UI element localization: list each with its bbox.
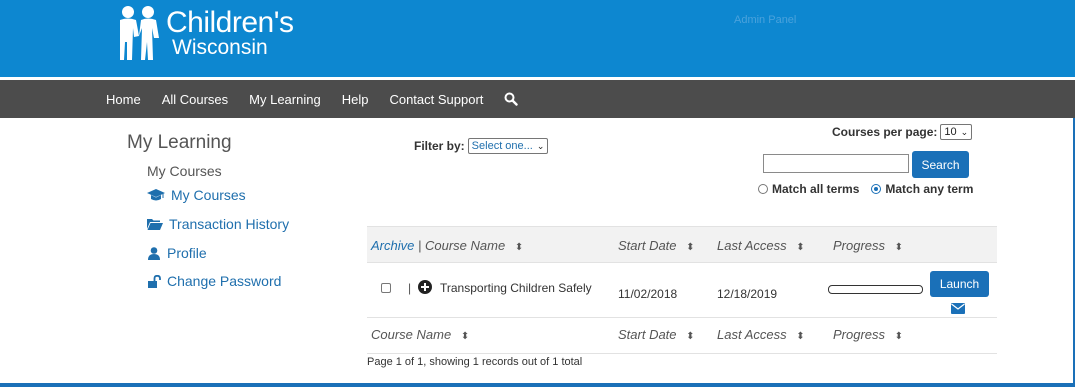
filter-group: Filter by: Select one... ⌄ — [414, 138, 549, 154]
archive-link[interactable]: Archive — [371, 238, 414, 253]
sort-icon: ⬍ — [460, 331, 470, 342]
header-progress-label: Progress — [833, 238, 886, 253]
folder-open-icon — [147, 219, 163, 230]
search-input[interactable] — [763, 154, 909, 173]
table-row: | Transporting Children Safely 11/02/201… — [367, 263, 997, 318]
search-button[interactable]: Search — [912, 151, 969, 178]
sidebar-item-label: Transaction History — [169, 216, 290, 232]
nav-home[interactable]: Home — [106, 92, 141, 107]
sidebar-item-my-courses[interactable]: My Courses — [147, 187, 246, 203]
sort-icon: ⬍ — [796, 331, 805, 342]
sort-icon: ⬍ — [894, 331, 904, 342]
sidebar-item-profile[interactable]: Profile — [147, 245, 207, 261]
filter-select[interactable]: Select one... ⌄ — [467, 138, 549, 154]
sort-icon: ⬍ — [686, 242, 695, 253]
sidebar-item-label: Change Password — [167, 273, 282, 289]
sidebar-item-label: Profile — [167, 245, 207, 261]
footer-last-access-label: Last Access — [717, 327, 787, 342]
footer-progress[interactable]: Progress ⬍ — [833, 327, 903, 342]
logo-wordmark: Children's Wisconsin — [166, 4, 294, 59]
logo-line-1: Children's — [166, 6, 294, 39]
chevron-down-icon: ⌄ — [960, 126, 969, 137]
children-figures-icon — [120, 6, 159, 60]
main-nav: Home All Courses My Learning Help Contac… — [0, 80, 1075, 118]
per-page-select[interactable]: 10 ⌄ — [940, 124, 973, 140]
row-separator: | — [408, 281, 412, 295]
envelope-icon[interactable] — [951, 303, 965, 314]
footer-course-name[interactable]: Course Name ⬍ — [371, 327, 469, 342]
match-any-label: Match any term — [885, 182, 974, 196]
header-course-name-cell: Archive | Course Name ⬍ — [371, 238, 523, 253]
match-options: Match all terms Match any term — [758, 182, 973, 196]
user-icon — [148, 246, 160, 260]
pagination-info: Page 1 of 1, showing 1 records out of 1 … — [367, 356, 583, 368]
unlock-icon — [148, 274, 161, 288]
admin-panel-link[interactable]: Admin Panel — [734, 14, 796, 26]
logo-line-2: Wisconsin — [172, 36, 268, 59]
site-header: Children's Wisconsin Admin Panel — [0, 0, 1075, 77]
search-icon[interactable] — [504, 92, 519, 106]
match-any-radio[interactable] — [871, 184, 882, 194]
courses-table: Archive | Course Name ⬍ Start Date ⬍ Las… — [367, 226, 997, 354]
brand-logo[interactable]: Children's Wisconsin — [114, 4, 294, 62]
header-course-name[interactable]: Course Name — [425, 238, 505, 253]
header-start-date[interactable]: Start Date ⬍ — [618, 238, 695, 253]
match-all-label: Match all terms — [772, 182, 860, 196]
filter-selected-value: Select one... — [471, 140, 533, 152]
sidebar-item-label: My Courses — [171, 187, 246, 203]
nav-all-courses[interactable]: All Courses — [162, 92, 228, 107]
sidebar-subtitle: My Courses — [147, 163, 222, 179]
per-page-group: Courses per page: 10 ⌄ — [832, 124, 973, 140]
table-footer-header: Course Name ⬍ Start Date ⬍ Last Access ⬍… — [367, 318, 997, 354]
footer-start-date-label: Start Date — [618, 327, 677, 342]
filter-label: Filter by: — [414, 139, 465, 153]
per-page-value: 10 — [944, 126, 957, 138]
plus-circle-icon[interactable] — [418, 280, 432, 294]
header-progress[interactable]: Progress ⬍ — [833, 238, 903, 253]
header-last-access-label: Last Access — [717, 238, 787, 253]
last-access: 12/18/2019 — [717, 287, 778, 301]
start-date: 11/02/2018 — [618, 287, 678, 301]
nav-help[interactable]: Help — [342, 92, 369, 107]
footer-start-date[interactable]: Start Date ⬍ — [618, 327, 695, 342]
graduation-cap-icon — [147, 189, 165, 201]
header-separator: | — [417, 238, 422, 253]
course-name: Transporting Children Safely — [440, 281, 592, 295]
match-all-radio[interactable] — [758, 184, 768, 194]
table-header: Archive | Course Name ⬍ Start Date ⬍ Las… — [367, 226, 997, 263]
footer-progress-label: Progress — [833, 327, 886, 342]
row-checkbox[interactable] — [381, 283, 391, 293]
header-last-access[interactable]: Last Access ⬍ — [717, 238, 805, 253]
footer-bar — [0, 383, 1075, 387]
header-start-date-label: Start Date — [618, 238, 677, 253]
sidebar-item-change-password[interactable]: Change Password — [147, 273, 281, 289]
sort-icon: ⬍ — [796, 242, 805, 253]
nav-my-learning[interactable]: My Learning — [249, 92, 321, 107]
footer-last-access[interactable]: Last Access ⬍ — [717, 327, 805, 342]
launch-button[interactable]: Launch — [930, 271, 989, 297]
per-page-label: Courses per page: — [832, 125, 938, 139]
sort-icon: ⬍ — [686, 331, 695, 342]
sidebar-item-transaction-history[interactable]: Transaction History — [147, 216, 289, 232]
sort-icon[interactable]: ⬍ — [515, 242, 523, 253]
chevron-down-icon: ⌄ — [536, 140, 545, 151]
sort-icon: ⬍ — [894, 242, 904, 253]
sidebar-title: My Learning — [127, 132, 232, 153]
footer-course-name-label: Course Name — [371, 327, 452, 342]
progress-bar — [828, 285, 923, 294]
nav-contact-support[interactable]: Contact Support — [389, 92, 483, 107]
